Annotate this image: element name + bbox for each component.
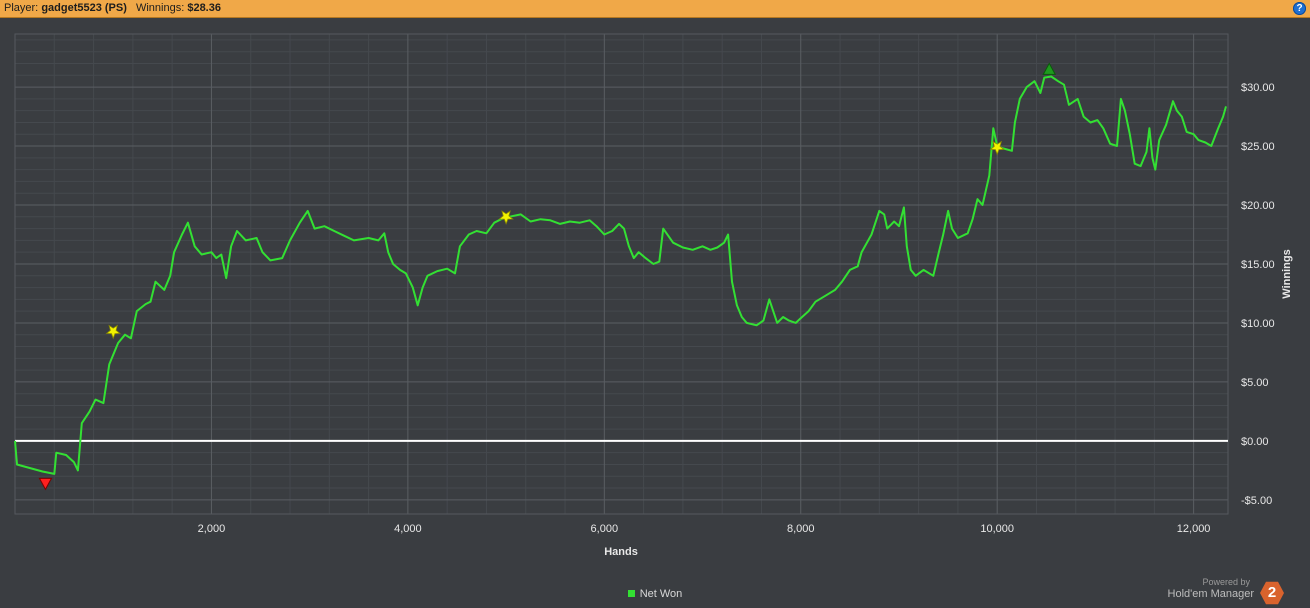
player-summary-bar: Player: gadget5523 (PS) Winnings: $28.36… — [0, 0, 1310, 18]
player-name: gadget5523 (PS) — [41, 2, 127, 14]
max-marker-icon — [1042, 62, 1057, 75]
y-tick-label: $10.00 — [1241, 318, 1275, 330]
player-info: Player: gadget5523 (PS) Winnings: $28.36 — [4, 0, 227, 17]
player-label: Player: — [4, 2, 39, 14]
grid-major-lines — [15, 34, 1228, 514]
hem-logo-icon: 2 — [1260, 581, 1284, 605]
x-axis-tick-labels: 2,000 4,000 6,000 8,000 10,000 12,000 — [198, 523, 1211, 535]
help-icon[interactable]: ? — [1293, 2, 1306, 15]
branding: Powered by Hold'em Manager 2 — [1150, 577, 1300, 605]
winnings-value: $28.36 — [187, 2, 221, 14]
series-line-net-won — [14, 75, 1227, 475]
y-tick-label: $25.00 — [1241, 141, 1275, 153]
x-tick-label: 4,000 — [394, 523, 422, 535]
powered-by-text: Powered by — [1202, 577, 1250, 587]
x-axis-label: Hands — [604, 546, 638, 558]
milestone-star-icon — [105, 324, 121, 340]
net-won-series — [14, 75, 1227, 475]
y-tick-label: $0.00 — [1241, 436, 1269, 448]
x-tick-label: 12,000 — [1177, 523, 1211, 535]
chart-legend[interactable]: Net Won — [0, 588, 1310, 600]
y-axis-tick-labels: -$5.00 $0.00 $5.00 $10.00 $15.00 $20.00 $25.00… — [1241, 82, 1275, 507]
brand-name: Hold'em Manager — [1167, 588, 1254, 600]
legend-swatch — [627, 589, 635, 597]
x-tick-label: 2,000 — [198, 523, 226, 535]
winnings-label: Winnings: — [135, 2, 185, 14]
y-tick-label: -$5.00 — [1241, 495, 1272, 507]
chart-markers — [38, 62, 1057, 491]
winnings-chart: 2,000 4,000 6,000 8,000 10,000 12,000 -$5.00 $… — [14, 33, 1293, 558]
plot-border — [14, 33, 1229, 515]
y-tick-label: $15.00 — [1241, 259, 1275, 271]
x-tick-label: 10,000 — [980, 523, 1014, 535]
legend-label: Net Won — [639, 588, 683, 600]
y-axis-label: Winnings — [1281, 249, 1293, 298]
y-tick-label: $20.00 — [1241, 200, 1275, 212]
x-tick-label: 6,000 — [591, 523, 619, 535]
x-tick-label: 8,000 — [787, 523, 815, 535]
y-tick-label: $5.00 — [1241, 377, 1269, 389]
milestone-star-icon — [498, 210, 514, 225]
plot-frame — [14, 33, 1229, 515]
y-tick-label: $30.00 — [1241, 82, 1275, 94]
grid-minor-lines — [15, 34, 1228, 514]
